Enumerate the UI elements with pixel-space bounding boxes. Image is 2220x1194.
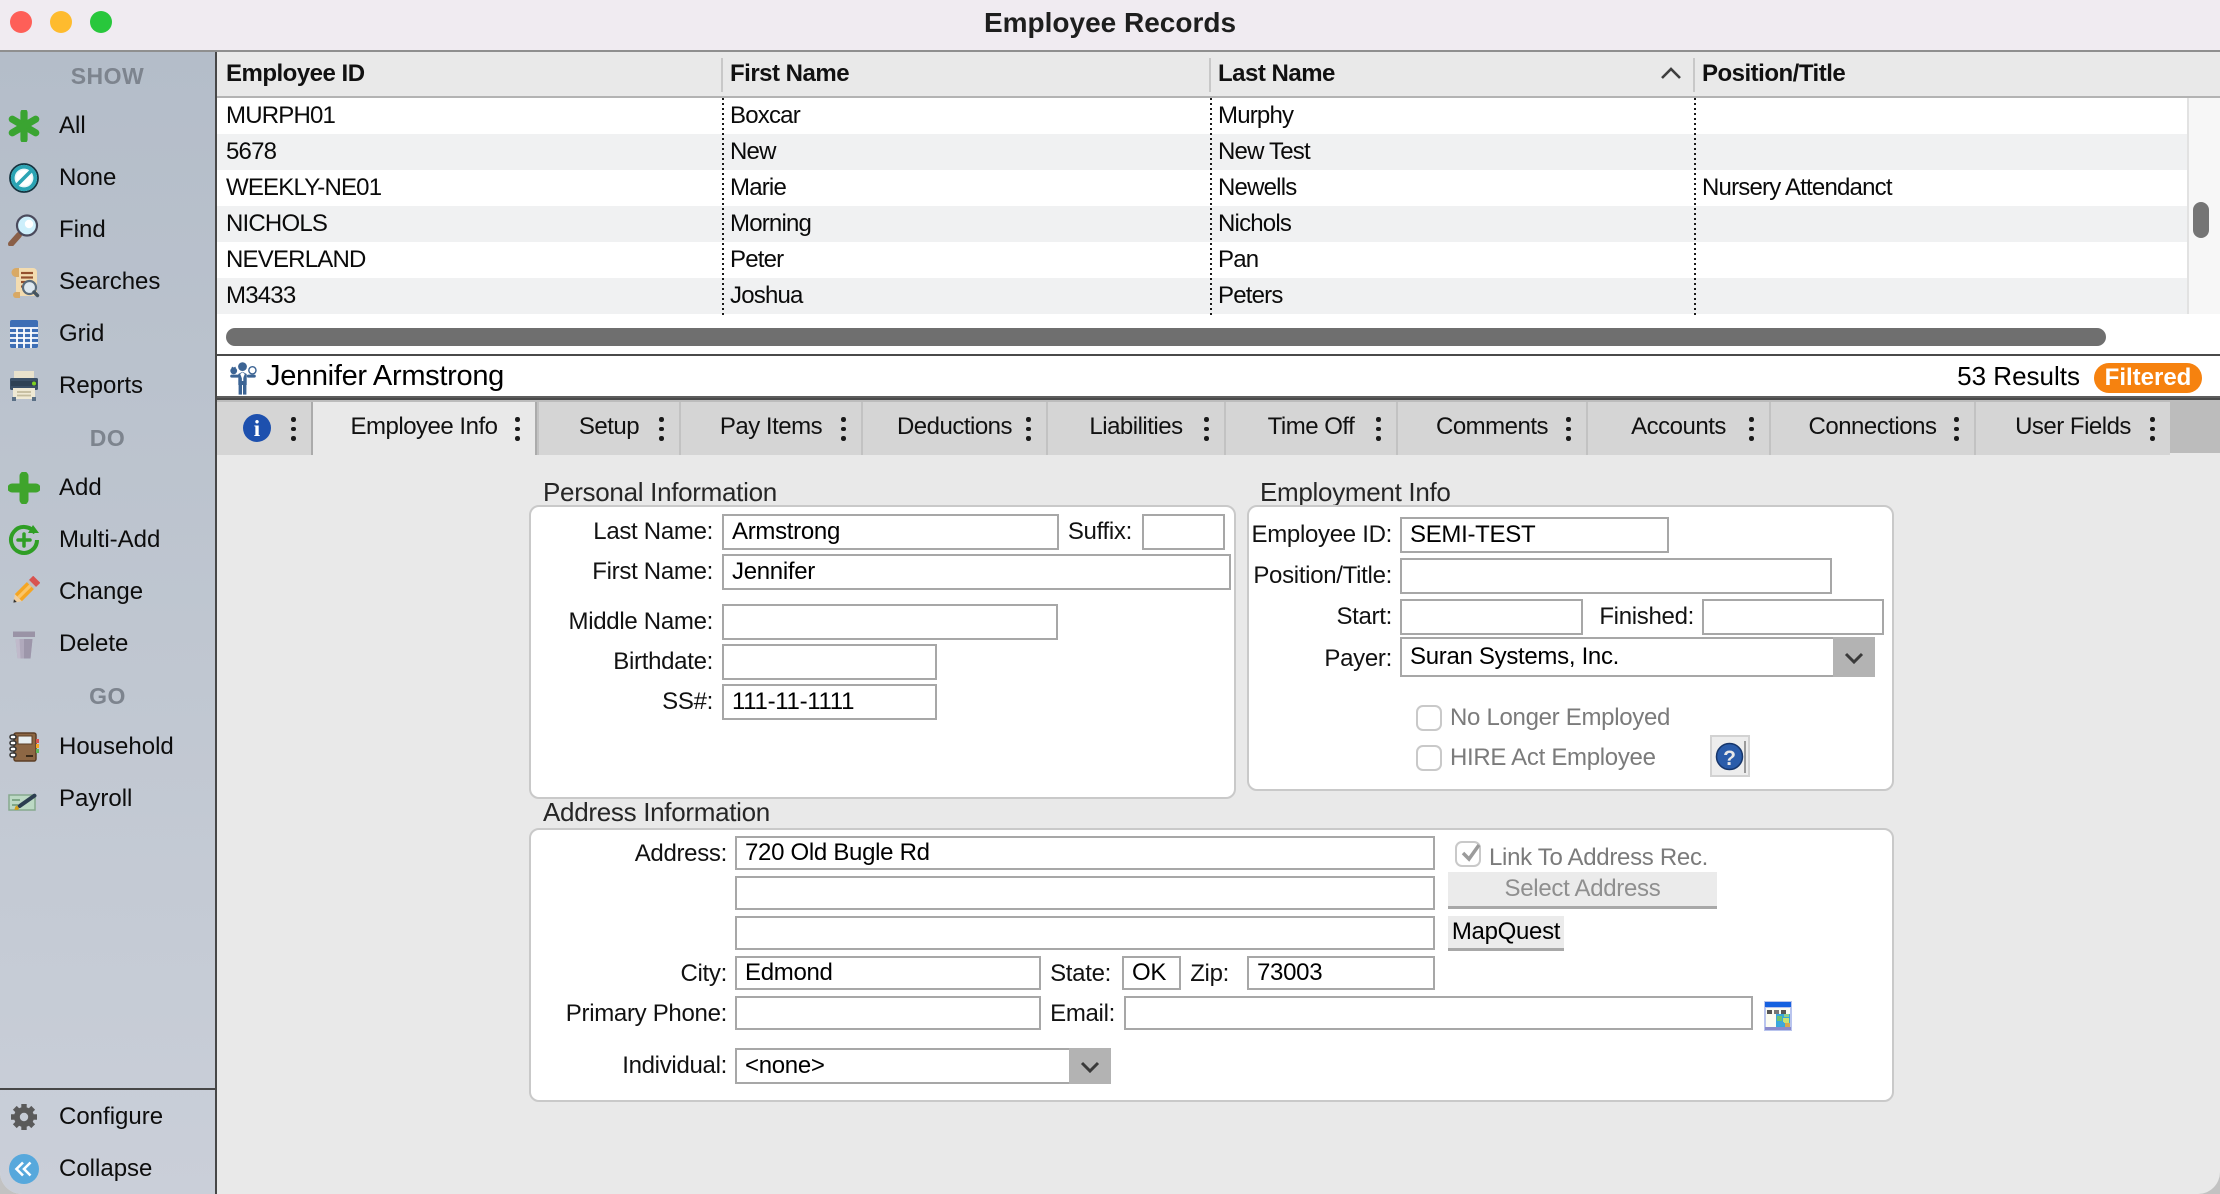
svg-text:?: ? [1723,747,1736,770]
svg-text:i: i [254,416,261,441]
